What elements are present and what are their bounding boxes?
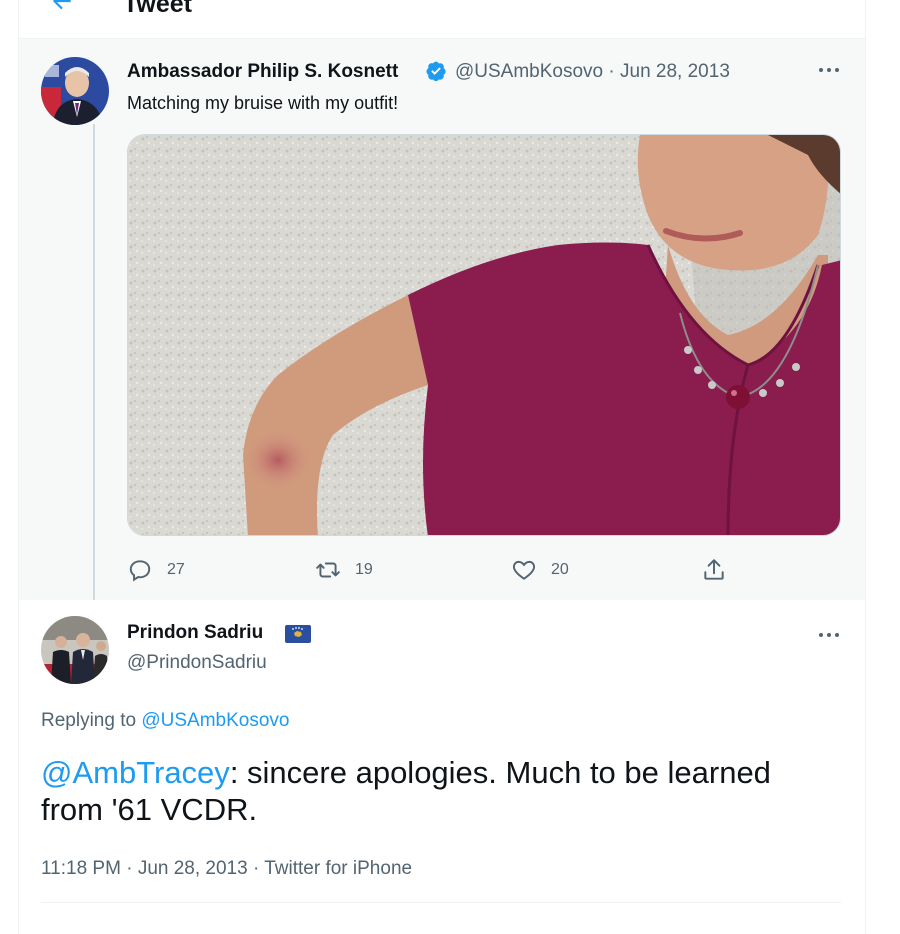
reply-author-name[interactable]: Prindon Sadriu [127,622,263,644]
kosovo-flag-icon [285,625,311,643]
mention-link[interactable]: @AmbTracey [41,755,230,790]
parent-tweet[interactable]: Ambassador Philip S. Kosnett @USAmbKosov… [19,39,865,600]
author-avatar[interactable] [41,57,109,125]
retweet-count: 19 [355,561,373,578]
retweet-icon[interactable] [315,557,341,583]
reply-text-line2: from '61 VCDR. [41,792,258,827]
reply-text-line1: : sincere apologies. Much to be learned [229,755,771,790]
more-options-icon[interactable] [817,65,841,75]
reply-author-avatar[interactable] [41,616,109,684]
tweet-source[interactable]: Twitter for iPhone [264,858,412,879]
verified-badge-icon [426,61,446,82]
tweet-column: Tweet Ambassador Philip S. Kosnett @USAm… [18,0,866,934]
tweet-date[interactable]: Jun 28, 2013 [138,858,248,879]
reply-tweet-text: @AmbTracey: sincere apologies. Much to b… [41,754,831,828]
like-count: 20 [551,561,569,578]
share-action[interactable] [701,557,727,583]
replying-to-handle-link[interactable]: @USAmbKosovo [141,710,289,731]
heart-icon[interactable] [511,557,537,583]
like-action[interactable]: 20 [511,557,569,583]
replying-to-prefix: Replying to [41,710,142,731]
tweet-text: Matching my bruise with my outfit! [127,93,399,113]
reply-author-handle[interactable]: @PrindonSadriu [127,652,267,674]
page-header: Tweet [19,0,865,39]
reply-count: 27 [167,561,185,578]
page-title: Tweet [123,0,192,18]
reply-action[interactable]: 27 [127,557,185,583]
share-icon[interactable] [701,557,727,583]
author-handle[interactable]: @USAmbKosovo [455,61,603,82]
author-handle-date: @USAmbKosovo · Jun 28, 2013 [455,61,730,83]
retweet-action[interactable]: 19 [315,557,373,583]
reply-more-options-icon[interactable] [817,630,841,640]
reply-icon[interactable] [127,557,153,583]
tweet-meta: 11:18 PM · Jun 28, 2013 · Twitter for iP… [41,858,413,879]
tweet-date[interactable]: Jun 28, 2013 [620,61,730,82]
separator-dot: · [608,61,615,82]
focused-tweet: Prindon Sadriu @PrindonSadriu Replying t… [19,600,865,934]
replying-to-line: Replying to @USAmbKosovo [41,710,289,732]
thread-connector-line [93,124,95,610]
author-name[interactable]: Ambassador Philip S. Kosnett [127,61,398,83]
divider [41,902,841,903]
tweet-photo[interactable] [127,134,841,536]
back-arrow-icon[interactable] [49,0,75,14]
tweet-time[interactable]: 11:18 PM [41,858,121,879]
